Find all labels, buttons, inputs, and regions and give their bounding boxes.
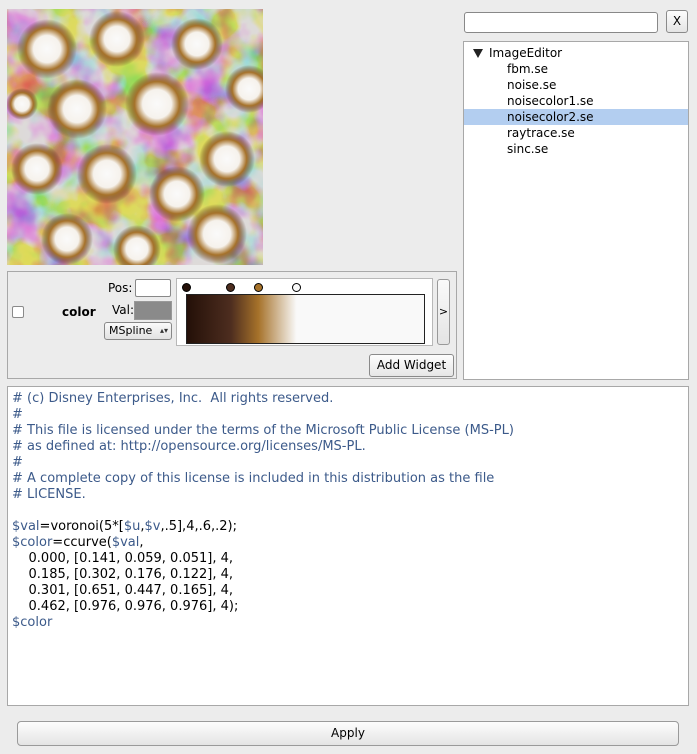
tree-item[interactable]: noise.se	[464, 77, 688, 93]
code-line: # This file is licensed under the terms …	[12, 423, 514, 438]
clear-search-button[interactable]: X	[666, 10, 688, 33]
control-point[interactable]	[292, 283, 302, 292]
noise-image	[6, 9, 273, 273]
expand-triangle-icon[interactable]	[473, 49, 483, 58]
code-line: # A complete copy of this license is inc…	[12, 471, 495, 486]
code-line: 0.185, [0.302, 0.176, 0.122], 4,	[12, 567, 233, 582]
code-line: 0.000, [0.141, 0.059, 0.051], 4,	[12, 551, 233, 566]
variable-name-label: color	[62, 305, 96, 319]
code-line: # (c) Disney Enterprises, Inc. All right…	[12, 391, 334, 406]
code-line: # LICENSE.	[12, 487, 86, 502]
apply-button[interactable]: Apply	[17, 721, 679, 746]
image-preview	[6, 9, 273, 273]
tree-root-item[interactable]: ImageEditor	[473, 45, 562, 61]
code-line: # as defined at: http://opensource.org/l…	[12, 439, 366, 454]
pos-input[interactable]	[135, 279, 171, 297]
code-lines: # (c) Disney Enterprises, Inc. All right…	[12, 391, 684, 631]
file-tree[interactable]: ImageEditor fbm.se noise.se noisecolor1.se…	[463, 41, 689, 380]
interpolation-select[interactable]: MSpline ▴▾	[104, 322, 172, 340]
color-curve-widget[interactable]	[176, 278, 433, 346]
value-color-swatch[interactable]	[134, 301, 172, 320]
control-point[interactable]	[253, 283, 263, 292]
tree-root-label: ImageEditor	[489, 46, 563, 60]
tree-item[interactable]: noisecolor1.se	[464, 93, 688, 109]
code-line: $color	[12, 615, 53, 630]
code-line: #	[12, 455, 23, 470]
tree-item[interactable]: sinc.se	[464, 141, 688, 157]
curve-editor-panel: color Pos: Val: MSpline ▴▾ > Add Widget	[7, 271, 457, 379]
code-line: $color=ccurve($val,	[12, 535, 144, 550]
color-gradient-bar	[186, 294, 425, 344]
tree-item[interactable]: raytrace.se	[464, 125, 688, 141]
select-arrows-icon: ▴▾	[159, 326, 168, 335]
tree-item[interactable]: fbm.se	[464, 61, 688, 77]
code-line: 0.462, [0.976, 0.976, 0.976], 4);	[12, 599, 239, 614]
code-editor[interactable]: # (c) Disney Enterprises, Inc. All right…	[7, 386, 689, 706]
code-line: 0.301, [0.651, 0.447, 0.165], 4,	[12, 583, 233, 598]
pos-label: Pos:	[108, 281, 133, 295]
code-line: #	[12, 407, 23, 422]
control-point[interactable]	[182, 283, 191, 292]
control-point[interactable]	[226, 283, 236, 292]
add-widget-button[interactable]: Add Widget	[369, 354, 454, 377]
enable-checkbox[interactable]	[12, 306, 24, 318]
interpolation-value: MSpline	[109, 324, 153, 337]
tree-item[interactable]: noisecolor2.se	[464, 109, 688, 125]
val-label: Val:	[112, 303, 135, 317]
search-input[interactable]	[464, 12, 658, 33]
code-line: $val=voronoi(5*[$u,$v,.5],4,.6,.2);	[12, 519, 237, 534]
expand-button[interactable]: >	[437, 279, 450, 345]
